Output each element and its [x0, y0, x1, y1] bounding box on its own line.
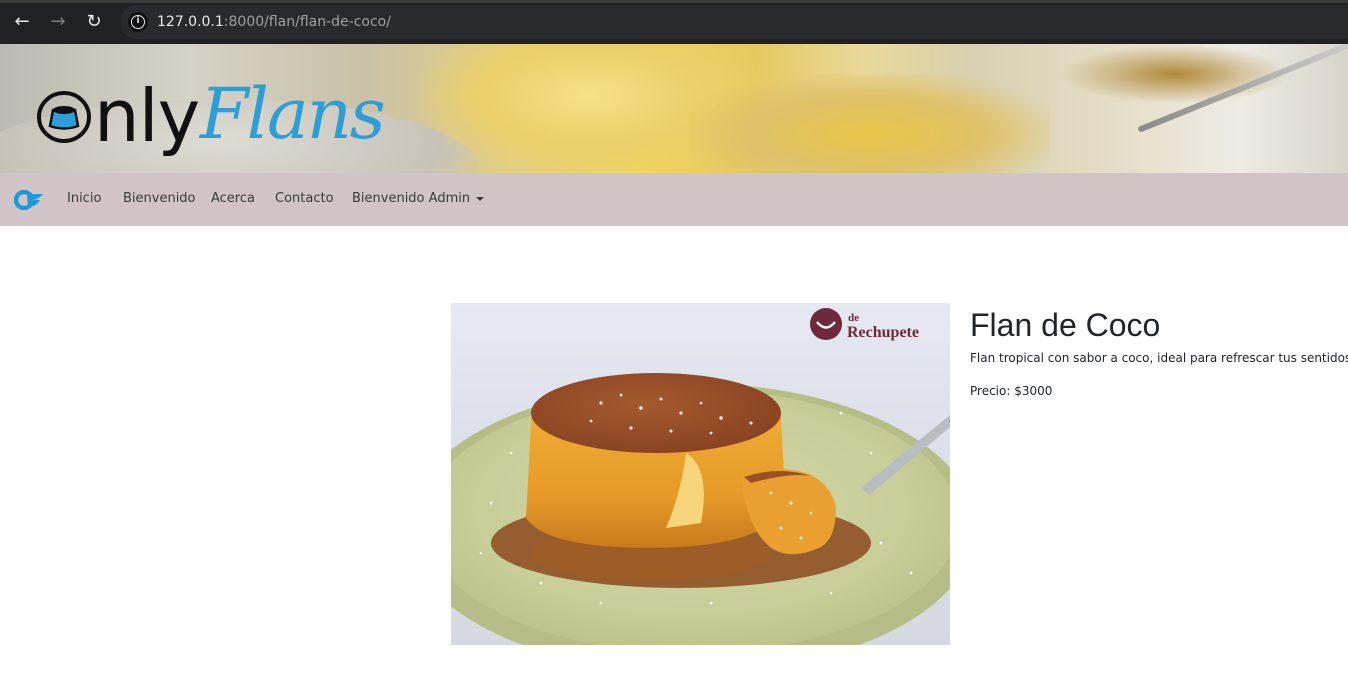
site-logo[interactable]: nly Flans	[32, 73, 392, 164]
main-navbar: Inicio Bienvenido Acerca Contacto Bienve…	[0, 173, 1348, 226]
banner-flan-shape-2	[690, 74, 1050, 173]
logo-text-only: nly	[94, 74, 200, 158]
onlyflans-brand-icon[interactable]	[14, 190, 44, 210]
banner-caramel-shape	[1060, 44, 1290, 104]
caret-down-icon	[476, 196, 485, 201]
browser-toolbar: ← → ↻ i 127.0.0.1:8000/flan/flan-de-coco…	[0, 0, 1348, 44]
nav-link-contacto[interactable]: Contacto	[275, 191, 334, 207]
info-icon[interactable]: i	[128, 12, 148, 32]
url-host: 127.0.0.1	[157, 14, 224, 30]
flan-photo-illustration: de Rechupete	[451, 308, 950, 645]
de-rechupete-watermark: de Rechupete	[810, 308, 919, 341]
arrow-left-icon[interactable]: ←	[11, 11, 33, 33]
nav-link-acerca[interactable]: Acerca	[211, 191, 255, 207]
tab-strip-edge	[0, 0, 1348, 3]
nav-dropdown-admin-label: Bienvenido Admin	[352, 191, 471, 206]
address-bar[interactable]: i 127.0.0.1:8000/flan/flan-de-coco/	[120, 5, 1348, 39]
nav-dropdown-admin[interactable]: Bienvenido Admin	[352, 191, 485, 207]
url-text[interactable]: 127.0.0.1:8000/flan/flan-de-coco/	[157, 13, 391, 31]
arrow-right-icon[interactable]: →	[47, 11, 69, 33]
svg-text:de: de	[848, 312, 859, 324]
product-description: Flan tropical con sabor a coco, ideal pa…	[970, 351, 1348, 365]
logo-text-flans: Flans	[200, 73, 386, 155]
nav-link-inicio[interactable]: Inicio	[67, 191, 101, 207]
nav-link-bienvenido[interactable]: Bienvenido	[123, 191, 196, 207]
product-title: Flan de Coco	[970, 307, 1161, 343]
reload-icon[interactable]: ↻	[83, 11, 105, 33]
url-path: :8000/flan/flan-de-coco/	[223, 14, 391, 30]
flan-logo-icon	[37, 91, 91, 143]
product-image: de Rechupete	[451, 303, 950, 645]
product-price: Precio: $3000	[970, 384, 1053, 398]
svg-text:Rechupete: Rechupete	[847, 324, 919, 341]
header-banner: nly Flans	[0, 44, 1348, 173]
